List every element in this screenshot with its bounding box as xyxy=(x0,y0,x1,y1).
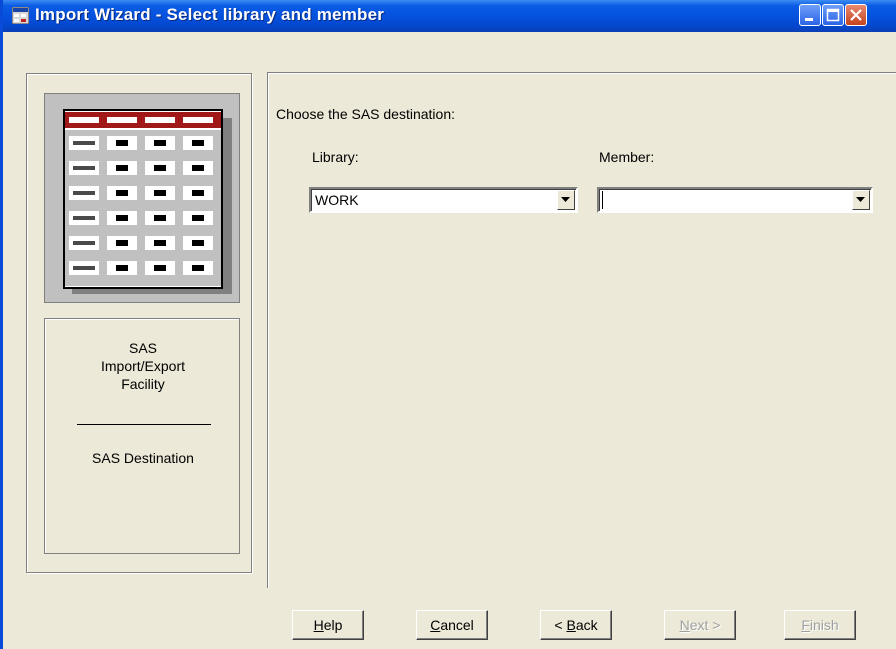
member-dropdown-button[interactable] xyxy=(852,190,870,210)
sas-table-icon xyxy=(44,93,240,303)
facility-title: SAS Import/Export Facility xyxy=(45,339,241,393)
title-bar[interactable]: Import Wizard - Select library and membe… xyxy=(3,0,896,32)
next-button[interactable]: Next > xyxy=(664,610,736,640)
library-select[interactable]: WORK xyxy=(309,187,578,213)
finish-button[interactable]: Finish xyxy=(784,610,856,640)
library-value: WORK xyxy=(315,192,359,208)
window-title: Import Wizard - Select library and membe… xyxy=(35,5,385,24)
member-label: Member: xyxy=(599,149,655,165)
sas-app-icon xyxy=(11,6,30,25)
back-button[interactable]: < Back xyxy=(540,610,612,640)
minimize-icon xyxy=(805,18,813,21)
step-label: SAS Destination xyxy=(92,450,194,466)
library-label: Library: xyxy=(312,149,359,165)
facility-line: SAS xyxy=(128,340,157,356)
sidebar-panel: SAS Import/Export Facility SAS Destinati… xyxy=(26,73,252,573)
chevron-down-icon xyxy=(856,197,865,202)
maximize-icon xyxy=(826,8,840,22)
cancel-button[interactable]: Cancel xyxy=(416,610,488,640)
main-panel xyxy=(267,72,896,588)
library-dropdown-button[interactable] xyxy=(557,190,575,210)
facility-line: Import/Export xyxy=(100,358,186,374)
chevron-down-icon xyxy=(561,197,570,202)
close-icon xyxy=(850,9,862,21)
member-select[interactable] xyxy=(597,187,873,213)
facility-info-box: SAS Import/Export Facility SAS Destinati… xyxy=(44,318,240,554)
help-button[interactable]: Help xyxy=(292,610,364,640)
maximize-button[interactable] xyxy=(822,4,844,26)
facility-line: Facility xyxy=(121,376,165,392)
import-wizard-window: Import Wizard - Select library and membe… xyxy=(0,0,896,649)
divider xyxy=(77,424,211,425)
close-button[interactable] xyxy=(845,4,867,26)
minimize-button[interactable] xyxy=(799,4,821,26)
destination-prompt: Choose the SAS destination: xyxy=(276,106,456,122)
text-caret xyxy=(602,191,603,209)
